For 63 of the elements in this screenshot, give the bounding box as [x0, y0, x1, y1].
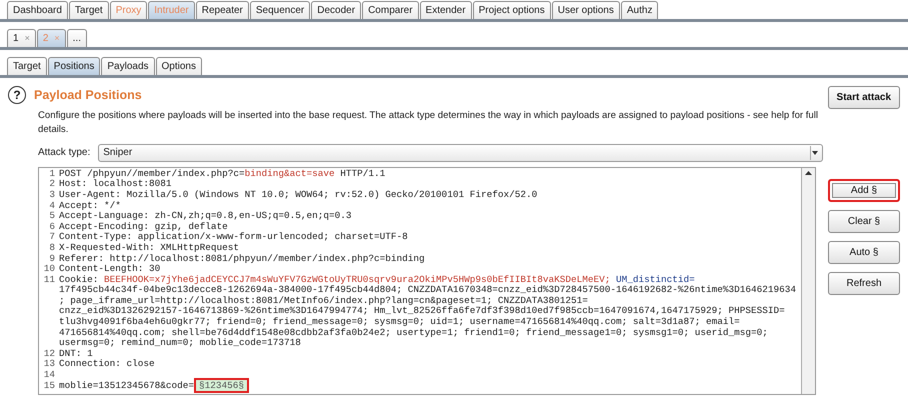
line-number: 14	[42, 370, 56, 381]
tab[interactable]: Dashboard	[7, 1, 68, 19]
side-button[interactable]: Clear §	[828, 210, 900, 233]
code-line: Accept: */*	[59, 200, 121, 212]
tab[interactable]: Target	[7, 57, 47, 75]
line-number: 3	[48, 190, 56, 201]
attack-tab[interactable]: 1 ×	[7, 29, 36, 47]
line-number: 11	[42, 274, 56, 286]
code-line: Content-Type: application/x-www-form-urlencoded; charset=UTF-8	[59, 232, 408, 243]
code-line: Host: localhost:8081	[59, 179, 172, 190]
code-line: ; page_iframe_url=http://localhost:8081/MetInfo6/index.php?lang=cn&pageset=1; CNZZDATA3801251=	[59, 296, 588, 306]
code-line: tlu3hvg4091f6ba4eh6u0gkr77; friend=0; friend_message=0; sysmsg=0; uid=1; username=471656814%40qq.com; salt=3d1a87; email=	[59, 317, 740, 328]
tab[interactable]: Authz	[620, 1, 658, 19]
tab[interactable]: Payloads	[101, 57, 155, 75]
code-line: usermsg=0; remind_num=0; moblie_code=173718	[59, 338, 301, 349]
tab[interactable]: Target	[68, 1, 109, 19]
code-line: Cookie: BEEFHOOK=x7jYhe6jadCEYCCJ7m4sWuYFV7GzWGtoUyTRU0sqrv9ura2OkiMPv5HWp9s0bEfIIBIt8vaKSDeLMeEV; UM_distinctid=	[59, 274, 695, 285]
code-line: POST /phpyun//member/index.php?c=binding&act=save HTTP/1.1	[59, 168, 386, 179]
code-line: User-Agent: Mozilla/5.0 (Windows NT 10.0; WOW64; rv:52.0) Gecko/20100101 Firefox/52.0	[59, 190, 538, 201]
tab[interactable]: Positions	[48, 57, 100, 75]
code-line: Accept-Encoding: gzip, deflate	[59, 222, 228, 232]
tab[interactable]: Comparer	[362, 1, 419, 19]
line-number: 1	[48, 168, 56, 180]
code-line: moblie=13512345678&code= §123456§	[59, 380, 250, 392]
field-label: Attack type:	[38, 146, 90, 160]
line-number: 15	[42, 380, 56, 392]
code-line: cnzz_eid%3D1326292157-1646713869-%26ntime%3D1647994774; Hm_lvt_82526ffa6fe7df3f398d10ed7f985ccb=1647091674,1647175929; PHPSESSID=	[59, 306, 785, 317]
line-number: 2	[48, 179, 56, 190]
caret-icon	[812, 150, 818, 155]
side-button[interactable]: Add §	[828, 179, 900, 202]
description: Configure the positions where payloads will be inserted into the base request. The attack type determines the way in which payloads are assigned to payload positions - see help for full details.	[38, 108, 820, 137]
line-number: 10	[42, 264, 56, 275]
attack-type-dropdown[interactable]: Sniper	[98, 144, 823, 162]
scrollbar[interactable]	[801, 168, 815, 394]
line-number: 6	[48, 222, 56, 232]
help-icon[interactable]: ?	[8, 86, 26, 104]
line-number: 9	[48, 254, 56, 264]
line-number: 8	[48, 242, 56, 254]
section-title: Payload Positions	[34, 87, 142, 104]
code-line: Accept-Language: zh-CN,zh;q=0.8,en-US;q=0.5,en;q=0.3	[59, 211, 352, 222]
code-line: Referer: http://localhost:8081/phpyun//member/index.php?c=binding	[59, 254, 425, 264]
code-line: 17f495cb44c34f-04be9c13decce8-1262694a-384000-17f495cb44d804; CNZZDATA1670348=cnzz_eid%3D728457500-1646192682-%26ntime%3D1646219634	[59, 285, 796, 296]
line-number: 13	[42, 359, 56, 370]
tab[interactable]: Repeater	[196, 1, 249, 19]
code-line: DNT: 1	[59, 348, 93, 359]
line-number: 12	[42, 348, 56, 360]
attack-tab[interactable]: ...	[66, 29, 87, 47]
tab[interactable]: User options	[552, 1, 620, 19]
code-line: Connection: close	[59, 359, 155, 370]
line-number: 7	[48, 232, 56, 243]
code-line: Content-Length: 30	[59, 264, 160, 275]
code-line: X-Requested-With: XMLHttpRequest	[59, 242, 240, 254]
line-number: 5	[48, 211, 56, 222]
side-button[interactable]: Auto §	[828, 241, 900, 264]
tab[interactable]: Sequencer	[250, 1, 310, 19]
line-number: 4	[48, 200, 56, 212]
tab[interactable]: Project options	[472, 1, 551, 19]
tab[interactable]: Options	[156, 57, 202, 75]
tab[interactable]: Decoder	[311, 1, 362, 19]
tab[interactable]: Extender	[420, 1, 472, 19]
start-attack-button[interactable]: Start attack	[828, 86, 900, 109]
side-button[interactable]: Refresh	[828, 272, 900, 295]
code-line: 471656814%40qq.com; shell=be76d4ddf1548e08cdbb2af3fa0b24e2; usertype=1; friend1=0; friend_message1=0; sysmsg1=0; userid_msg=0;	[59, 328, 768, 338]
